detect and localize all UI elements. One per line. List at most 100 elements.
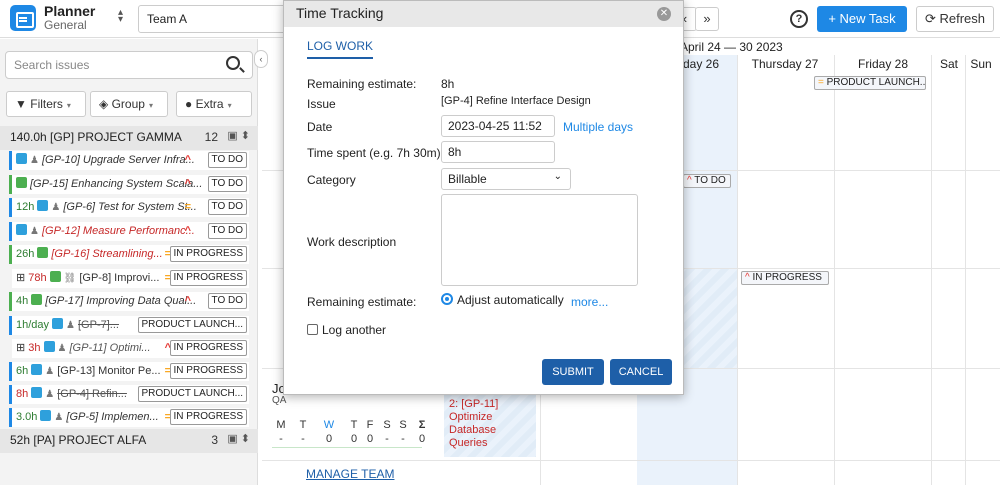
refresh-button[interactable]: ⟳ Refresh bbox=[916, 6, 994, 32]
work-description-textarea[interactable] bbox=[441, 194, 638, 286]
adjust-automatically-radio[interactable] bbox=[441, 293, 453, 305]
list-item[interactable]: 26h [GP-16] Streamlining... = IN PROGRESS bbox=[9, 245, 249, 264]
task-card[interactable]: 2: [GP-11] Optimize Database Queries bbox=[449, 398, 498, 450]
week-value: 0 bbox=[366, 433, 374, 445]
user-icon: ♟ bbox=[51, 202, 61, 213]
week-value: - bbox=[401, 433, 405, 445]
list-item[interactable]: ♟ [GP-10] Upgrade Server Infra... ^ TO DO bbox=[9, 151, 249, 170]
user-icon: ♟ bbox=[66, 320, 75, 331]
priority-highest-icon: ^ bbox=[184, 225, 191, 237]
project-sort-icon[interactable]: ▣ ⬍ bbox=[227, 432, 250, 445]
dialog-title: Time Tracking bbox=[284, 1, 683, 27]
user-icon: ♟ bbox=[54, 412, 64, 423]
task-icon bbox=[49, 271, 61, 282]
multiple-days-link[interactable]: Multiple days bbox=[563, 120, 633, 134]
story-icon bbox=[37, 200, 49, 211]
priority-highest-icon: ^ bbox=[184, 178, 191, 190]
list-item[interactable]: [GP-15] Enhancing System Scala... ^ TO DO bbox=[9, 175, 249, 194]
task-line: 2: [GP-11] bbox=[449, 398, 499, 410]
list-item[interactable]: 1h/day♟[GP-7]...=PRODUCT LAUNCH... bbox=[9, 316, 249, 335]
issue-value: [GP-4] Refine Interface Design bbox=[441, 95, 591, 107]
chevron-down-icon: ▾ bbox=[227, 101, 232, 110]
group-button[interactable]: ◈ Group ▾ bbox=[90, 91, 168, 117]
weekday-label: S bbox=[383, 419, 391, 431]
gantt-bar[interactable]: ^ IN PROGRESS bbox=[741, 271, 829, 285]
category-select[interactable]: Billable ⌄ bbox=[441, 168, 571, 190]
gantt-bar[interactable]: ^ TO DO bbox=[683, 174, 731, 188]
list-item[interactable]: ⊞ 78h ⛓ [GP-8] Improvi... = IN PROGRESS bbox=[9, 269, 249, 288]
chevron-down-icon: ⌄ bbox=[553, 171, 562, 182]
collapse-sidebar-button[interactable]: ‹ bbox=[254, 50, 268, 68]
weekday-label: S bbox=[399, 419, 407, 431]
tab-log-work[interactable]: LOG WORK bbox=[307, 39, 374, 59]
issue-estimate: 8h bbox=[16, 388, 29, 400]
adjust-automatically-label: Adjust automatically bbox=[457, 293, 564, 307]
task-icon bbox=[31, 294, 43, 305]
status-badge: TO DO bbox=[207, 152, 247, 168]
new-task-button[interactable]: + New Task bbox=[817, 6, 907, 32]
remaining-estimate-label: Remaining estimate: bbox=[307, 77, 417, 91]
hierarchy-icon: ⛓ bbox=[63, 273, 77, 284]
issue-title: [GP-11] Optimi... bbox=[69, 342, 151, 354]
list-item[interactable]: ♟ [GP-12] Measure Performanc... ^ TO DO bbox=[9, 222, 249, 241]
manage-team-link[interactable]: MANAGE TEAM bbox=[306, 467, 394, 481]
close-icon[interactable]: ✕ bbox=[657, 7, 671, 21]
search-icon[interactable] bbox=[226, 56, 240, 70]
submit-button[interactable]: SUBMIT bbox=[542, 359, 604, 385]
issue-title: [GP-15] Enhancing System Scala... bbox=[30, 178, 203, 190]
time-tracking-dialog: Time Tracking ✕ LOG WORK Remaining estim… bbox=[283, 0, 684, 395]
next-week-button[interactable]: » bbox=[695, 7, 719, 31]
day-header: Sun bbox=[970, 57, 992, 71]
list-item[interactable]: 3.0h ♟ [GP-5] Implemen... = IN PROGRESS bbox=[9, 408, 249, 427]
gantt-bar[interactable]: = PRODUCT LAUNCH... bbox=[814, 76, 926, 90]
list-item[interactable]: 8h♟[GP-4] Refin...=PRODUCT LAUNCH... bbox=[9, 385, 249, 404]
time-spent-input[interactable]: 8h bbox=[441, 141, 555, 163]
log-another-checkbox[interactable] bbox=[307, 324, 318, 335]
expand-icon[interactable]: ⊞ bbox=[16, 272, 25, 284]
filter-icon: ▼ bbox=[15, 97, 27, 111]
project-sort-icon[interactable]: ▣ ⬍ bbox=[227, 129, 250, 142]
team-select[interactable]: Team A bbox=[138, 5, 288, 33]
app-switch-chevron-icon[interactable]: ▴ ▾ bbox=[118, 8, 123, 25]
project-estimate: 52h bbox=[10, 433, 31, 447]
priority-medium-icon: = bbox=[818, 77, 827, 88]
issue-estimate: 3.0h bbox=[16, 411, 38, 423]
day-header: Sat bbox=[939, 57, 958, 71]
task-line: Queries bbox=[449, 437, 488, 449]
story-icon bbox=[16, 153, 27, 164]
chevron-down-icon: ▾ bbox=[148, 101, 153, 110]
category-value: Billable bbox=[448, 172, 487, 186]
search-input[interactable]: Search issues bbox=[5, 51, 253, 79]
user-icon: ♟ bbox=[45, 389, 55, 400]
issue-estimate: 4h bbox=[16, 295, 29, 307]
date-input[interactable]: 2023-04-25 11:52 bbox=[441, 115, 555, 137]
app-subtitle: General bbox=[44, 18, 87, 32]
week-value: - bbox=[301, 433, 305, 445]
list-item[interactable]: ⊞ 3h ♟ [GP-11] Optimi... ^ IN PROGRESS bbox=[9, 339, 249, 358]
help-icon[interactable]: ? bbox=[790, 10, 808, 28]
extra-button[interactable]: ● Extra ▾ bbox=[176, 91, 252, 117]
week-value: - bbox=[385, 433, 389, 445]
work-description-label: Work description bbox=[307, 235, 397, 249]
issue-estimate: 1h/day bbox=[16, 319, 50, 331]
list-item[interactable]: 12h ♟ [GP-6] Test for System St... = TO DO bbox=[9, 198, 249, 217]
issue-estimate: 78h bbox=[28, 272, 47, 284]
project-row[interactable]: 52h [PA] PROJECT ALFA 3 ▣ ⬍ bbox=[0, 429, 258, 453]
more-link[interactable]: more... bbox=[571, 295, 608, 309]
project-row[interactable]: 140.0h [GP] PROJECT GAMMA 12 ▣ ⬍ bbox=[0, 126, 258, 150]
cancel-button[interactable]: CANCEL bbox=[610, 359, 672, 385]
column-divider bbox=[965, 55, 966, 485]
list-item[interactable]: 4h [GP-17] Improving Data Qual... ^ TO DO bbox=[9, 292, 249, 311]
filters-button[interactable]: ▼ Filters ▾ bbox=[6, 91, 86, 117]
story-icon bbox=[16, 224, 27, 235]
log-another-label: Log another bbox=[322, 323, 387, 337]
bar-label: IN PROGRESS bbox=[752, 272, 822, 283]
day-header: Thursday 27 bbox=[751, 57, 819, 71]
project-name: [PA] PROJECT ALFA bbox=[33, 433, 147, 447]
list-item[interactable]: 6h ♟ [GP-13] Monitor Pe... = IN PROGRESS bbox=[9, 362, 249, 381]
project-count: 3 bbox=[211, 433, 218, 447]
week-underline bbox=[272, 447, 422, 448]
row-divider bbox=[262, 460, 1000, 461]
project-name: [GP] PROJECT GAMMA bbox=[50, 130, 182, 144]
expand-icon[interactable]: ⊞ bbox=[16, 342, 25, 354]
